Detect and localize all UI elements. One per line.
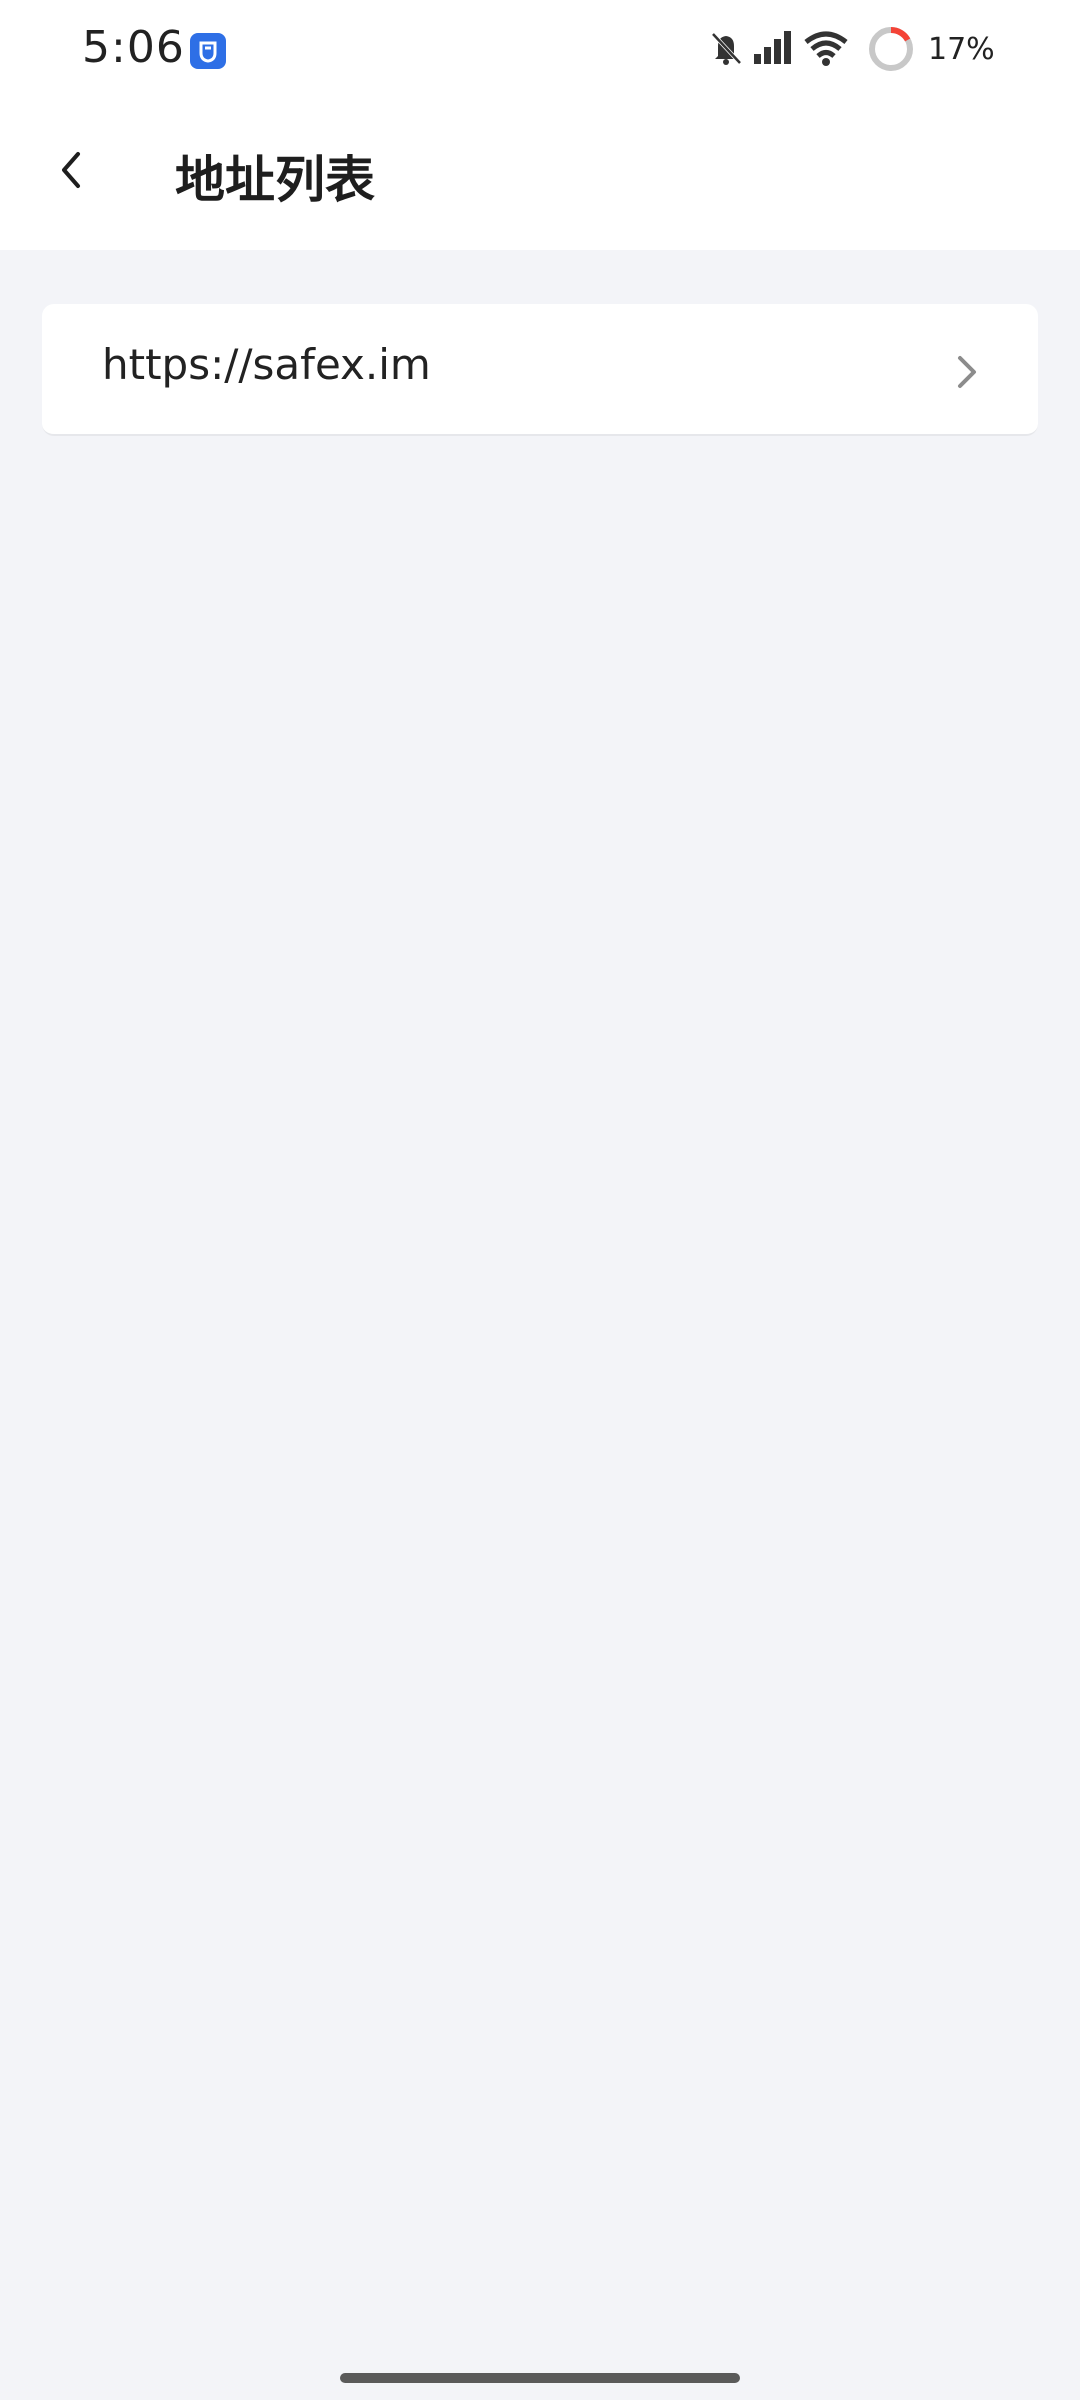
app-shield-icon — [190, 33, 226, 69]
battery-percent: 17% — [928, 32, 995, 67]
chevron-left-icon — [62, 152, 80, 188]
bell-off-icon — [706, 28, 746, 72]
wifi-icon — [802, 28, 850, 72]
status-time: 5:06 — [82, 22, 185, 73]
back-button[interactable] — [36, 134, 108, 206]
page-title: 地址列表 — [175, 151, 375, 209]
home-indicator[interactable] — [340, 2373, 740, 2383]
status-bar: 5:06 17% — [0, 0, 1080, 100]
app-header: 地址列表 — [0, 100, 1080, 250]
chevron-right-icon — [952, 350, 982, 398]
battery-ring-icon — [866, 24, 916, 78]
list-item-address[interactable]: https://safex.im — [42, 304, 1038, 436]
signal-icon — [752, 30, 796, 70]
address-url-label: https://safex.im — [102, 340, 431, 389]
